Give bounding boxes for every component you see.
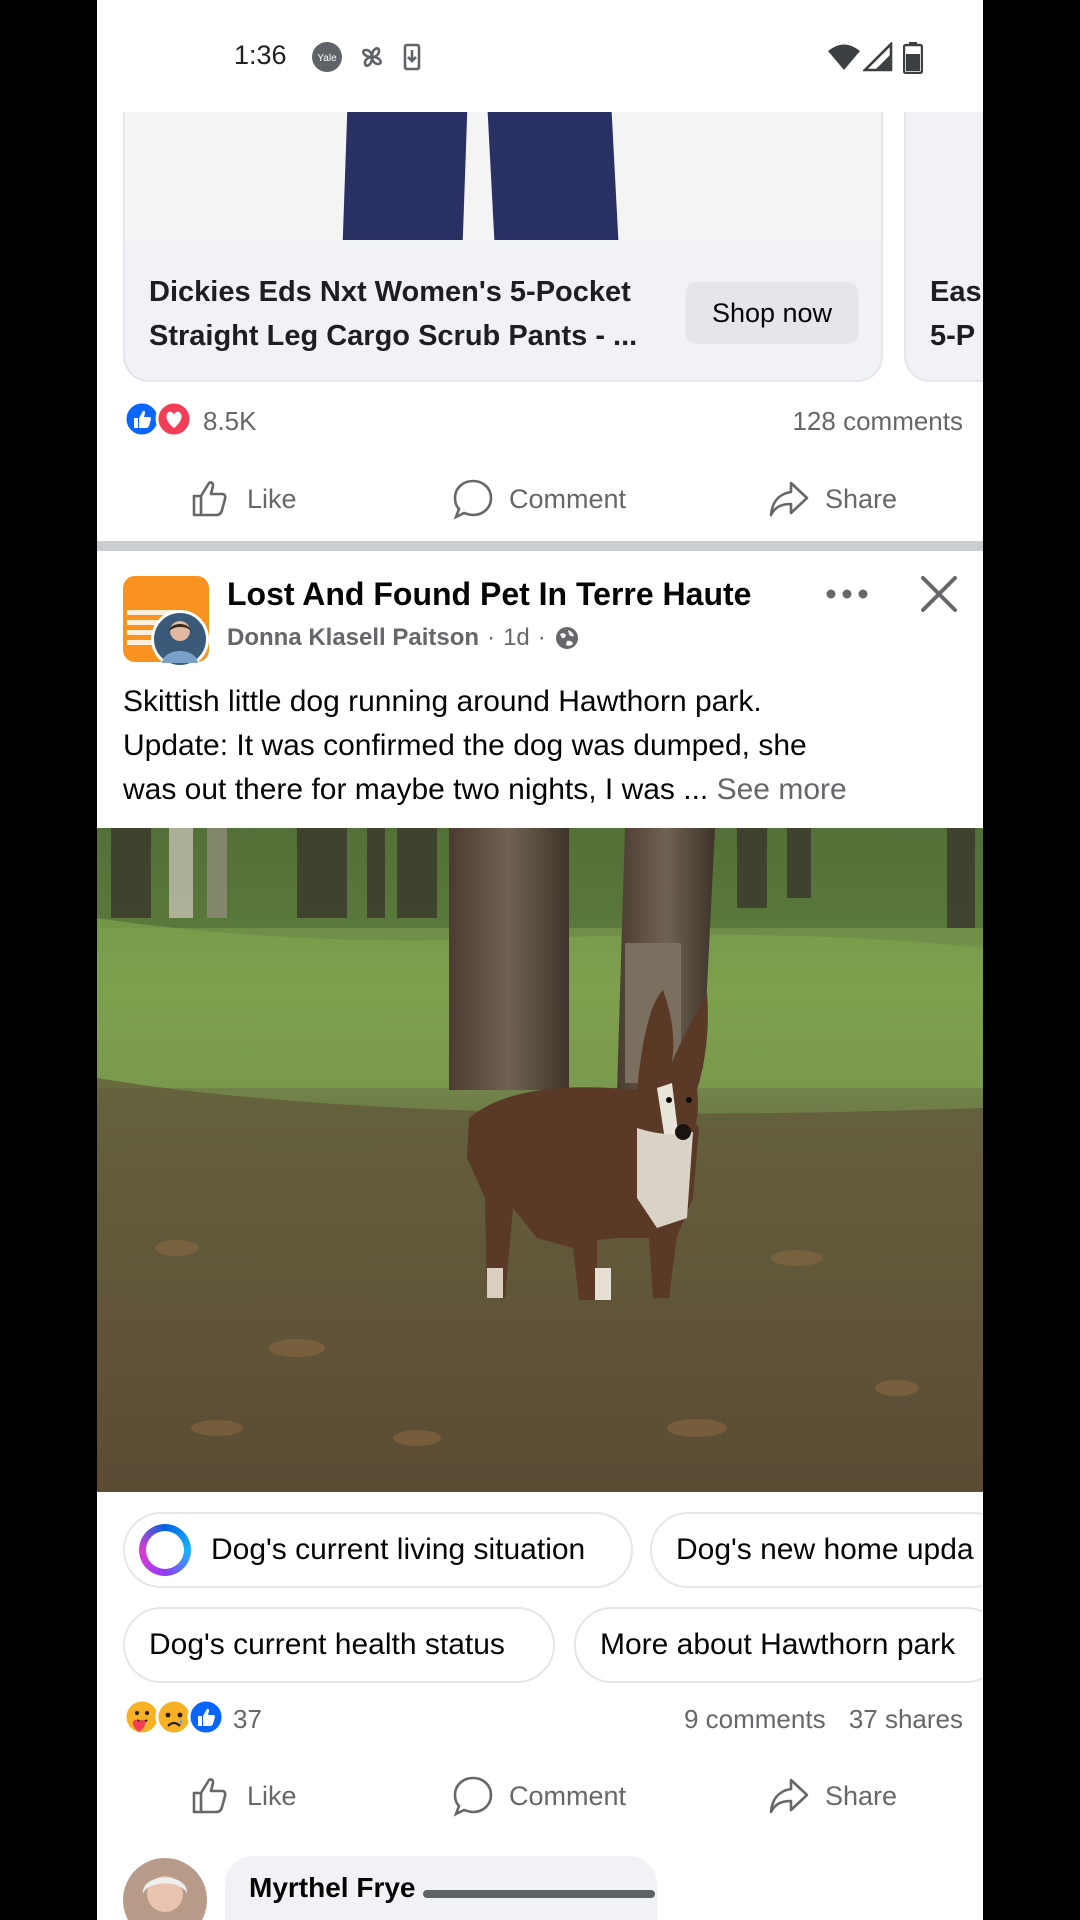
- post-text-line3: was out there for maybe two nights, I wa…: [123, 768, 963, 812]
- post-reaction-icons[interactable]: [123, 1698, 225, 1736]
- globe-icon: [555, 627, 578, 649]
- post-comments-count[interactable]: 9 comments: [684, 1704, 826, 1734]
- post-shares-count[interactable]: 37 shares: [849, 1704, 963, 1734]
- love-reaction-icon: [155, 400, 193, 438]
- share-label: Share: [825, 1780, 898, 1811]
- battery-icon: [903, 42, 923, 74]
- ad-reaction-count[interactable]: 8.5K: [203, 406, 257, 437]
- ad-reactions-row: 8.5K 128 comments: [123, 400, 963, 440]
- post-text-line1: Skittish little dog running around Hawth…: [123, 685, 762, 718]
- ad-product-title[interactable]: Dickies Eds Nxt Women's 5-Pocket Straigh…: [149, 270, 669, 358]
- like-button[interactable]: Like: [189, 1756, 297, 1836]
- share-button[interactable]: Share: [767, 459, 897, 539]
- thumbs-up-icon: [192, 481, 227, 517]
- author-name[interactable]: Donna Klasell Paitson: [227, 624, 479, 652]
- status-bar: 1:36 Yale: [97, 0, 983, 112]
- post-more-options-button[interactable]: [819, 572, 875, 616]
- ad-title-line1: Dickies Eds Nxt Women's 5-Pocket: [149, 276, 631, 308]
- group-name[interactable]: Lost And Found Pet In Terre Haute: [227, 576, 751, 613]
- meta-separator: ·: [487, 624, 496, 651]
- comment-button[interactable]: Comment: [451, 459, 626, 539]
- pant-leg-left: [342, 112, 468, 240]
- cell-signal-icon: [863, 42, 893, 72]
- comment-bubble-icon: [453, 1776, 493, 1817]
- post-text-line3-content: was out there for maybe two nights, I wa…: [123, 773, 709, 806]
- download-icon: [403, 43, 421, 71]
- pinwheel-icon: [362, 47, 382, 67]
- pant-leg-right: [487, 112, 619, 240]
- post-photo-dog-in-forest[interactable]: [97, 828, 983, 1492]
- ai-chip-health-status[interactable]: Dog's current health status: [123, 1607, 555, 1683]
- share-arrow-icon: [769, 481, 809, 517]
- ai-chip-new-home-update[interactable]: Dog's new home upda: [650, 1512, 983, 1588]
- comment-label: Comment: [509, 483, 627, 514]
- post-time[interactable]: 1d: [503, 624, 530, 652]
- meta-ai-icon: [139, 1524, 191, 1576]
- ai-chip-living-situation[interactable]: Dog's current living situation: [123, 1512, 633, 1588]
- shop-now-button[interactable]: Shop now: [685, 282, 859, 344]
- ad-comments-count[interactable]: 128 comments: [792, 406, 963, 437]
- see-more-link[interactable]: See more: [717, 773, 847, 806]
- like-label: Like: [247, 483, 297, 514]
- like-reaction-icon: [187, 1698, 225, 1736]
- ai-chip-hawthorn-park[interactable]: More about Hawthorn park: [574, 1607, 983, 1683]
- share-arrow-icon: [769, 1778, 809, 1814]
- svg-text:Yale: Yale: [317, 53, 337, 64]
- chip-label: More about Hawthorn park: [600, 1628, 956, 1661]
- status-time: 1:36: [234, 40, 287, 70]
- thumbs-up-icon: [192, 1778, 227, 1814]
- commenter-avatar[interactable]: [123, 1858, 207, 1920]
- post-action-bar: Like Comment Share: [97, 1756, 983, 1836]
- chip-label: Dog's current living situation: [211, 1533, 586, 1566]
- ad-reaction-icons[interactable]: [123, 400, 193, 438]
- share-button[interactable]: Share: [767, 1756, 897, 1836]
- ad-action-bar: Like Comment Share: [97, 459, 983, 539]
- comment-label: Comment: [509, 1780, 627, 1811]
- wifi-icon: [828, 44, 860, 70]
- chip-label: Dog's new home upda: [676, 1533, 974, 1566]
- meta-separator: ·: [537, 624, 546, 651]
- facebook-feed-screen: 1:36 Yale Dickies Eds Nxt Women's 5-Pock…: [97, 0, 983, 1920]
- like-label: Like: [247, 1780, 297, 1811]
- ad-title-line2: Straight Leg Cargo Scrub Pants - ...: [149, 320, 638, 352]
- gesture-home-indicator[interactable]: [423, 1890, 655, 1898]
- author-avatar[interactable]: [151, 610, 209, 668]
- post-reactions-row: 37 9 comments 37 shares: [123, 1698, 963, 1738]
- yale-app-icon: Yale: [312, 42, 342, 72]
- post-divider: [97, 541, 983, 551]
- post-text-line2: Update: It was confirmed the dog was dum…: [123, 729, 807, 762]
- chip-label: Dog's current health status: [149, 1628, 505, 1661]
- commenter-name[interactable]: Myrthel Frye: [249, 1872, 416, 1904]
- ad-product-card[interactable]: Dickies Eds Nxt Women's 5-Pocket Straigh…: [123, 112, 883, 382]
- comment-button[interactable]: Comment: [451, 1756, 626, 1836]
- post-reaction-count[interactable]: 37: [233, 1704, 262, 1735]
- like-button[interactable]: Like: [189, 459, 297, 539]
- comment-bubble-icon: [453, 479, 493, 520]
- more-dots-icon: [826, 589, 868, 599]
- ad-next-title-line1: Eas: [930, 276, 982, 308]
- ad-product-image[interactable]: [125, 112, 881, 240]
- share-label: Share: [825, 483, 898, 514]
- post-engagement-counts: 9 comments 37 shares: [684, 1704, 963, 1735]
- post-text: Skittish little dog running around Hawth…: [123, 680, 963, 812]
- close-icon[interactable]: [915, 570, 963, 618]
- ad-next-card[interactable]: Eas 5-P: [904, 112, 983, 382]
- ad-next-title-line2: 5-P: [930, 320, 976, 352]
- post-meta: Donna Klasell Paitson · 1d ·: [227, 624, 580, 652]
